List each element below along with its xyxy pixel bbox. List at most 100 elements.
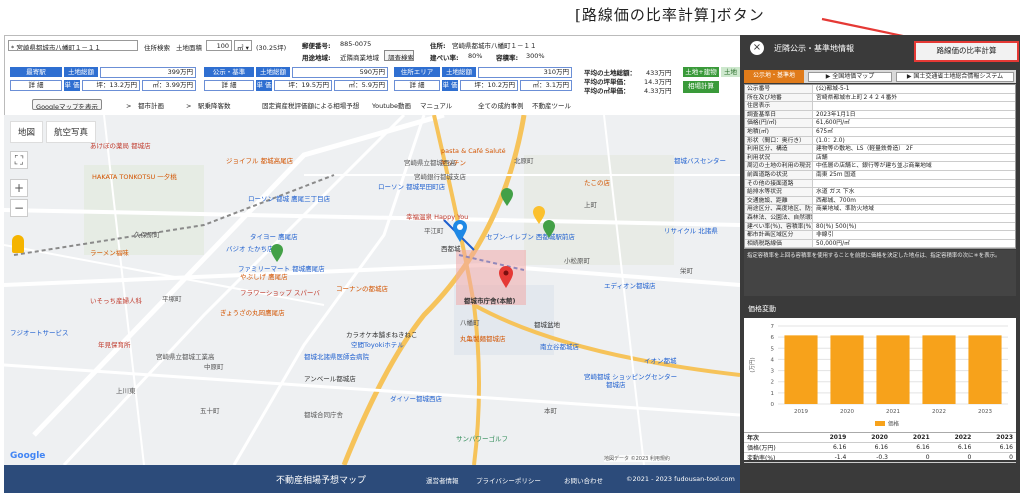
map-label: タイヨー 鷹尾店 bbox=[250, 233, 298, 241]
row-value: 南東 25m 国道 bbox=[816, 171, 856, 178]
map-label: 都城合同庁舎 bbox=[304, 411, 343, 419]
official-price-marker-icon[interactable] bbox=[270, 243, 284, 263]
table-row: 用途区分、高度地区、防火・準防火商業地域、準防火地域 bbox=[745, 205, 1015, 214]
mlit-land-system-button[interactable]: ▶ 国土交通省土地総合情報システム bbox=[896, 72, 1014, 82]
table-cell: 6.16 bbox=[807, 442, 850, 453]
map-label: フジオートサービス bbox=[10, 329, 69, 337]
row-value: 80(%) 500(%) bbox=[816, 223, 857, 230]
market-calc-button[interactable]: 相場計算 bbox=[683, 81, 719, 93]
row-value: 2023年1月1日 bbox=[816, 111, 856, 118]
map-label: 上川東 bbox=[116, 387, 136, 395]
address-search-link[interactable]: 住所検索 bbox=[144, 42, 170, 52]
map-label: ローソン 都城 鷹尾三丁目店 bbox=[248, 195, 331, 203]
block-unit: 単 価 bbox=[256, 80, 272, 91]
kenpei-value: 80% bbox=[468, 52, 483, 60]
row-value bbox=[813, 102, 1015, 110]
block-unit: 単 価 bbox=[64, 80, 80, 91]
x-tick-label: 2022 bbox=[932, 409, 946, 415]
selected-location-marker-icon[interactable] bbox=[498, 265, 514, 289]
avg-sqm-value: 4.33万円 bbox=[644, 87, 672, 95]
detail-button[interactable]: 詳 細 bbox=[10, 80, 62, 91]
block-amount: 590万円 bbox=[292, 67, 388, 78]
table-row: 利用状況 店舗 bbox=[745, 153, 1015, 163]
manual-link[interactable]: マニュアル bbox=[420, 100, 452, 110]
table-row: 前面道路の状況 南東 25m 国道 bbox=[745, 170, 1015, 180]
area-input[interactable]: 100 bbox=[206, 40, 232, 51]
map-type-satellite-tab[interactable]: 航空写真 bbox=[46, 121, 97, 143]
map-label: 久保原町 bbox=[134, 231, 160, 239]
price-chart-svg: 0 1 2 3 4 5 6 7 (万円) 2019 2020 2021 2022 2023 価格 bbox=[749, 324, 1008, 428]
block-sqm: ㎡：3.1万円 bbox=[520, 80, 572, 91]
map-label: 平塚町 bbox=[162, 295, 182, 303]
map-label: ぎょうざの丸岡鷹尾店 bbox=[220, 309, 285, 317]
map-label: 都城盆地 bbox=[534, 321, 560, 329]
street-view-pegman-icon[interactable] bbox=[12, 235, 24, 253]
map-label: ジョイフル 都城高尾店 bbox=[226, 157, 294, 165]
map-canvas[interactable]: 地図 航空写真 ⛶ + − あけぼの薬局 都城店 ジョイフル 都城高尾店 pas… bbox=[4, 115, 740, 465]
table-cell: 変動率(%) bbox=[744, 452, 808, 463]
y-tick-label: 4 bbox=[771, 357, 775, 363]
annotation-caption: [路線価の比率計算]ボタン bbox=[575, 6, 765, 24]
map-type-map-tab[interactable]: 地図 bbox=[10, 121, 44, 143]
survey-button[interactable]: 調査検索 bbox=[384, 50, 414, 61]
map-label: カラオケ本舗まねきねこ bbox=[346, 331, 418, 339]
y-tick-label: 6 bbox=[771, 335, 775, 341]
y-tick-label: 2 bbox=[771, 380, 775, 386]
official-price-marker-icon[interactable] bbox=[500, 187, 514, 207]
bar bbox=[922, 335, 956, 404]
price-block-station: 最寄駅 土地総額 399万円 詳 細 単 価 坪：13.2万円 ㎡：3.99万円 bbox=[10, 67, 196, 93]
footer-link-operator[interactable]: 運営者情報 bbox=[426, 475, 459, 485]
tab-official-land[interactable]: 公示地・基準地 bbox=[744, 70, 804, 83]
footer-link-privacy[interactable]: プライバシーポリシー bbox=[476, 475, 541, 485]
fullscreen-icon[interactable]: ⛶ bbox=[10, 151, 28, 169]
table-cell: 2023 bbox=[974, 433, 1016, 443]
unit-select[interactable]: ㎡ ▾ bbox=[234, 40, 252, 51]
map-label: サンパワーゴルフ bbox=[456, 435, 508, 443]
map-label: バジオ たかち店 bbox=[226, 245, 274, 253]
table-cell: 6.16 bbox=[974, 442, 1016, 453]
row-value: 商業地域、準防火地域 bbox=[816, 206, 874, 213]
google-map-button[interactable]: Googleマップを表示 bbox=[32, 99, 102, 110]
address-input[interactable]: * 宮崎県都城市八幡町１－１１ bbox=[8, 40, 138, 51]
map-label: 宮崎県立都城西高 bbox=[404, 159, 456, 167]
table-cell: 6.16 bbox=[932, 442, 975, 453]
yearly-price-table: 年次 2019 2020 2021 2022 2023 価格(万円) 6.16 … bbox=[744, 432, 1016, 463]
table-row: 利用区分、構造 建物等の敷地、LS（軽量鉄骨造） 2F bbox=[745, 145, 1015, 154]
address-label: 住所: bbox=[430, 42, 446, 50]
row-value: 中低層の店舗と、銀行等が建ち並ぶ商業地域 bbox=[816, 163, 932, 170]
zoom-in-button[interactable]: + bbox=[10, 179, 28, 197]
map-label: 五十町 bbox=[200, 407, 220, 415]
map-label: いそっち産婦人科 bbox=[90, 297, 142, 305]
tools-link[interactable]: 不動産ツール bbox=[532, 100, 571, 110]
land-only-toggle[interactable]: 土地 bbox=[721, 67, 740, 77]
close-icon[interactable]: × bbox=[750, 41, 764, 55]
detail-button[interactable]: 詳 細 bbox=[204, 80, 254, 91]
table-cell: 2022 bbox=[932, 433, 975, 443]
map-label: セブン-イレブン 西都城駅前店 bbox=[486, 233, 575, 241]
x-tick-label: 2023 bbox=[978, 409, 992, 415]
national-price-map-button[interactable]: ▶ 全国地価マップ bbox=[808, 72, 892, 82]
toshi-keikaku-link[interactable]: > 都市計画 bbox=[126, 100, 164, 110]
land-building-toggle[interactable]: 土地+建物 bbox=[683, 67, 719, 77]
table-row: 給排水等状況 水道 ガス 下水 bbox=[745, 188, 1015, 197]
cases-link[interactable]: 全ての成約事例 bbox=[478, 100, 524, 110]
route-price-ratio-button[interactable]: 路線価の比率計算 bbox=[914, 41, 1019, 62]
map-label: 八幡町 bbox=[460, 319, 480, 327]
map-label: 都城バスセンター bbox=[674, 157, 726, 165]
fixed-asset-link[interactable]: 固定資産税評価額による相場予想 bbox=[262, 100, 359, 110]
table-row: 地積(㎡) 675㎡ bbox=[745, 127, 1015, 137]
row-value: 水道 ガス 下水 bbox=[816, 189, 855, 196]
table-row: 価格(万円) 6.16 6.16 6.16 6.16 6.16 bbox=[744, 442, 1016, 453]
youtube-link[interactable]: Youtube動画 bbox=[372, 100, 411, 110]
detail-button[interactable]: 詳 細 bbox=[394, 80, 440, 91]
address-area-marker-icon[interactable] bbox=[532, 205, 546, 225]
footer-link-contact[interactable]: お問い合わせ bbox=[564, 475, 603, 485]
map-label: 年見保育所 bbox=[98, 341, 131, 349]
table-cell: 2021 bbox=[890, 433, 933, 443]
legend-label: 価格 bbox=[888, 420, 900, 428]
zoom-out-button[interactable]: − bbox=[10, 199, 28, 217]
station-passengers-link[interactable]: > 駅乗降客数 bbox=[186, 100, 230, 110]
row-key: その他の接面道路 bbox=[745, 179, 813, 188]
station-marker-icon[interactable] bbox=[452, 219, 468, 243]
map-attribution: 地図データ ©2023 利用規約 bbox=[604, 455, 670, 462]
